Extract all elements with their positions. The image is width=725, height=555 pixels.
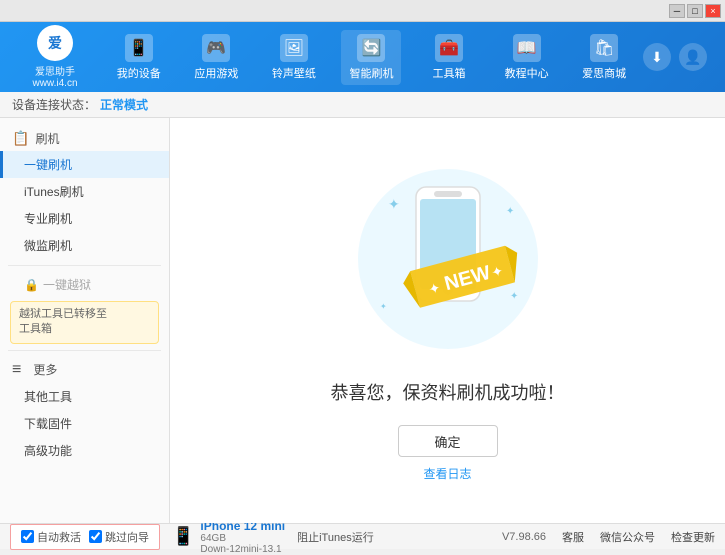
skip-wizard-label: 跳过向导 [105, 529, 149, 545]
sidebar-section-flash: 📋 刷机 [0, 126, 169, 151]
other-tools-label: 其他工具 [24, 390, 72, 404]
bottom-right-section: V7.98.66 客服 微信公众号 检查更新 [502, 529, 715, 545]
check-update-link[interactable]: 检查更新 [671, 529, 715, 545]
logo-area: 爱 爱思助手 www.i4.cn [10, 25, 100, 89]
device-info: iPhone 12 mini 64GB Down-12mini-13.1 [200, 519, 285, 555]
nav-my-device[interactable]: 📱 我的设备 [109, 30, 169, 85]
status-bar: 设备连接状态： 正常模式 [0, 92, 725, 118]
more-section-icon: ≡ [12, 361, 21, 379]
store-icon: 🛍 [590, 34, 618, 62]
status-value: 正常模式 [100, 96, 148, 113]
skip-wizard-checkbox[interactable] [89, 530, 102, 543]
wechat-link[interactable]: 微信公众号 [600, 529, 655, 545]
version-label: V7.98.66 [502, 531, 546, 543]
auto-rescue-label: 自动救活 [37, 529, 81, 545]
nav-right-buttons: ⬇ 👤 [643, 43, 715, 71]
confirm-button[interactable]: 确定 [398, 425, 498, 457]
status-label: 设备连接状态： [12, 96, 96, 113]
apps-icon: 🎮 [202, 34, 230, 62]
title-bar: ─ □ × [0, 0, 725, 22]
jailbreak-notice-text: 越狱工具已转移至工具箱 [19, 308, 107, 335]
nav-store-label: 爱思商城 [582, 65, 626, 81]
maximize-button[interactable]: □ [687, 4, 703, 18]
nav-my-device-label: 我的设备 [117, 65, 161, 81]
sidebar-divider-1 [8, 265, 161, 266]
nav-flash-label: 智能刷机 [349, 65, 393, 81]
itunes-flash-label: iTunes刷机 [24, 185, 84, 199]
flash-section-icon: 📋 [12, 130, 29, 147]
nav-flash[interactable]: 🔄 智能刷机 [341, 30, 401, 85]
minimize-button[interactable]: ─ [669, 4, 685, 18]
nav-tutorials[interactable]: 📖 教程中心 [497, 30, 557, 85]
itunes-status: 阻止iTunes运行 [297, 529, 374, 545]
flash-icon: 🔄 [357, 34, 385, 62]
svg-text:✦: ✦ [380, 302, 387, 311]
tools-icon: 🧰 [435, 34, 463, 62]
nav-tools[interactable]: 🧰 工具箱 [419, 30, 479, 85]
lock-icon: 🔒 [24, 278, 39, 292]
sidebar-item-itunes-flash[interactable]: iTunes刷机 [0, 178, 169, 205]
nav-ringtones-label: 铃声壁纸 [272, 65, 316, 81]
sidebar-item-advanced[interactable]: 高级功能 [0, 437, 169, 464]
logo-line2: www.i4.cn [32, 78, 77, 89]
pro-flash-label: 专业刷机 [24, 212, 72, 226]
svg-text:✦: ✦ [388, 196, 400, 212]
customer-service-link[interactable]: 客服 [562, 529, 584, 545]
nav-tutorials-label: 教程中心 [505, 65, 549, 81]
sidebar-item-pro-flash[interactable]: 专业刷机 [0, 205, 169, 232]
content-area: ✦ ✦ ✦ ✦ ✦ ✦ [170, 118, 725, 523]
nav-ringtones[interactable]: 🖼 铃声壁纸 [264, 30, 324, 85]
illustration-svg: ✦ ✦ ✦ ✦ ✦ ✦ [338, 159, 558, 379]
success-illustration: ✦ ✦ ✦ ✦ ✦ ✦ [338, 159, 558, 379]
view-log-link[interactable]: 查看日志 [423, 465, 471, 482]
logo-icon: 爱 [37, 25, 73, 61]
top-nav: 爱 爱思助手 www.i4.cn 📱 我的设备 🎮 应用游戏 🖼 铃声壁纸 🔄 … [0, 22, 725, 92]
sidebar: 📋 刷机 一键刷机 iTunes刷机 专业刷机 微监刷机 🔒 一键越狱 越狱工具… [0, 118, 170, 523]
nav-tools-label: 工具箱 [433, 65, 466, 81]
svg-text:✦: ✦ [510, 291, 518, 302]
nav-store[interactable]: 🛍 爱思商城 [574, 30, 634, 85]
checkboxes-row: 自动救活 跳过向导 [10, 524, 160, 550]
device-icon: 📱 [172, 526, 194, 547]
nav-apps-label: 应用游戏 [194, 65, 238, 81]
auto-rescue-checkbox-label[interactable]: 自动救活 [21, 529, 81, 545]
more-section-label: 更多 [33, 361, 57, 378]
my-device-icon: 📱 [125, 34, 153, 62]
bottom-bar: 自动救活 跳过向导 📱 iPhone 12 mini 64GB Down-12m… [0, 523, 725, 549]
user-button[interactable]: 👤 [679, 43, 707, 71]
skip-wizard-checkbox-label[interactable]: 跳过向导 [89, 529, 149, 545]
jailbreak-notice: 越狱工具已转移至工具箱 [10, 301, 159, 344]
main-area: 📋 刷机 一键刷机 iTunes刷机 专业刷机 微监刷机 🔒 一键越狱 越狱工具… [0, 118, 725, 523]
svg-text:✦: ✦ [506, 206, 514, 217]
nav-items: 📱 我的设备 🎮 应用游戏 🖼 铃声壁纸 🔄 智能刷机 🧰 工具箱 📖 教程中心… [100, 30, 643, 85]
advanced-label: 高级功能 [24, 444, 72, 458]
sidebar-item-download-firmware[interactable]: 下载固件 [0, 410, 169, 437]
device-storage: 64GB [200, 533, 285, 544]
jailbreak-label: 一键越狱 [43, 276, 91, 293]
device-section: 📱 iPhone 12 mini 64GB Down-12mini-13.1 [172, 519, 285, 555]
download-button[interactable]: ⬇ [643, 43, 671, 71]
nav-apps[interactable]: 🎮 应用游戏 [186, 30, 246, 85]
sidebar-divider-2 [8, 350, 161, 351]
flash-section-label: 刷机 [35, 130, 59, 147]
success-title: 恭喜您，保资料刷机成功啦！ [331, 379, 565, 405]
sidebar-item-onekey-flash[interactable]: 一键刷机 [0, 151, 169, 178]
sidebar-section-more: ≡ 更多 [0, 357, 169, 383]
sidebar-item-other-tools[interactable]: 其他工具 [0, 383, 169, 410]
sidebar-item-micro-flash[interactable]: 微监刷机 [0, 232, 169, 259]
micro-flash-label: 微监刷机 [24, 239, 72, 253]
close-button[interactable]: × [705, 4, 721, 18]
auto-rescue-checkbox[interactable] [21, 530, 34, 543]
device-model: Down-12mini-13.1 [200, 544, 285, 555]
logo-line1: 爱思助手 [35, 63, 75, 78]
sidebar-jailbreak-locked: 🔒 一键越狱 [0, 272, 169, 297]
onekey-flash-label: 一键刷机 [24, 158, 72, 172]
download-firmware-label: 下载固件 [24, 417, 72, 431]
tutorials-icon: 📖 [513, 34, 541, 62]
bottom-left-section: 自动救活 跳过向导 📱 iPhone 12 mini 64GB Down-12m… [10, 519, 502, 555]
ringtones-icon: 🖼 [280, 34, 308, 62]
